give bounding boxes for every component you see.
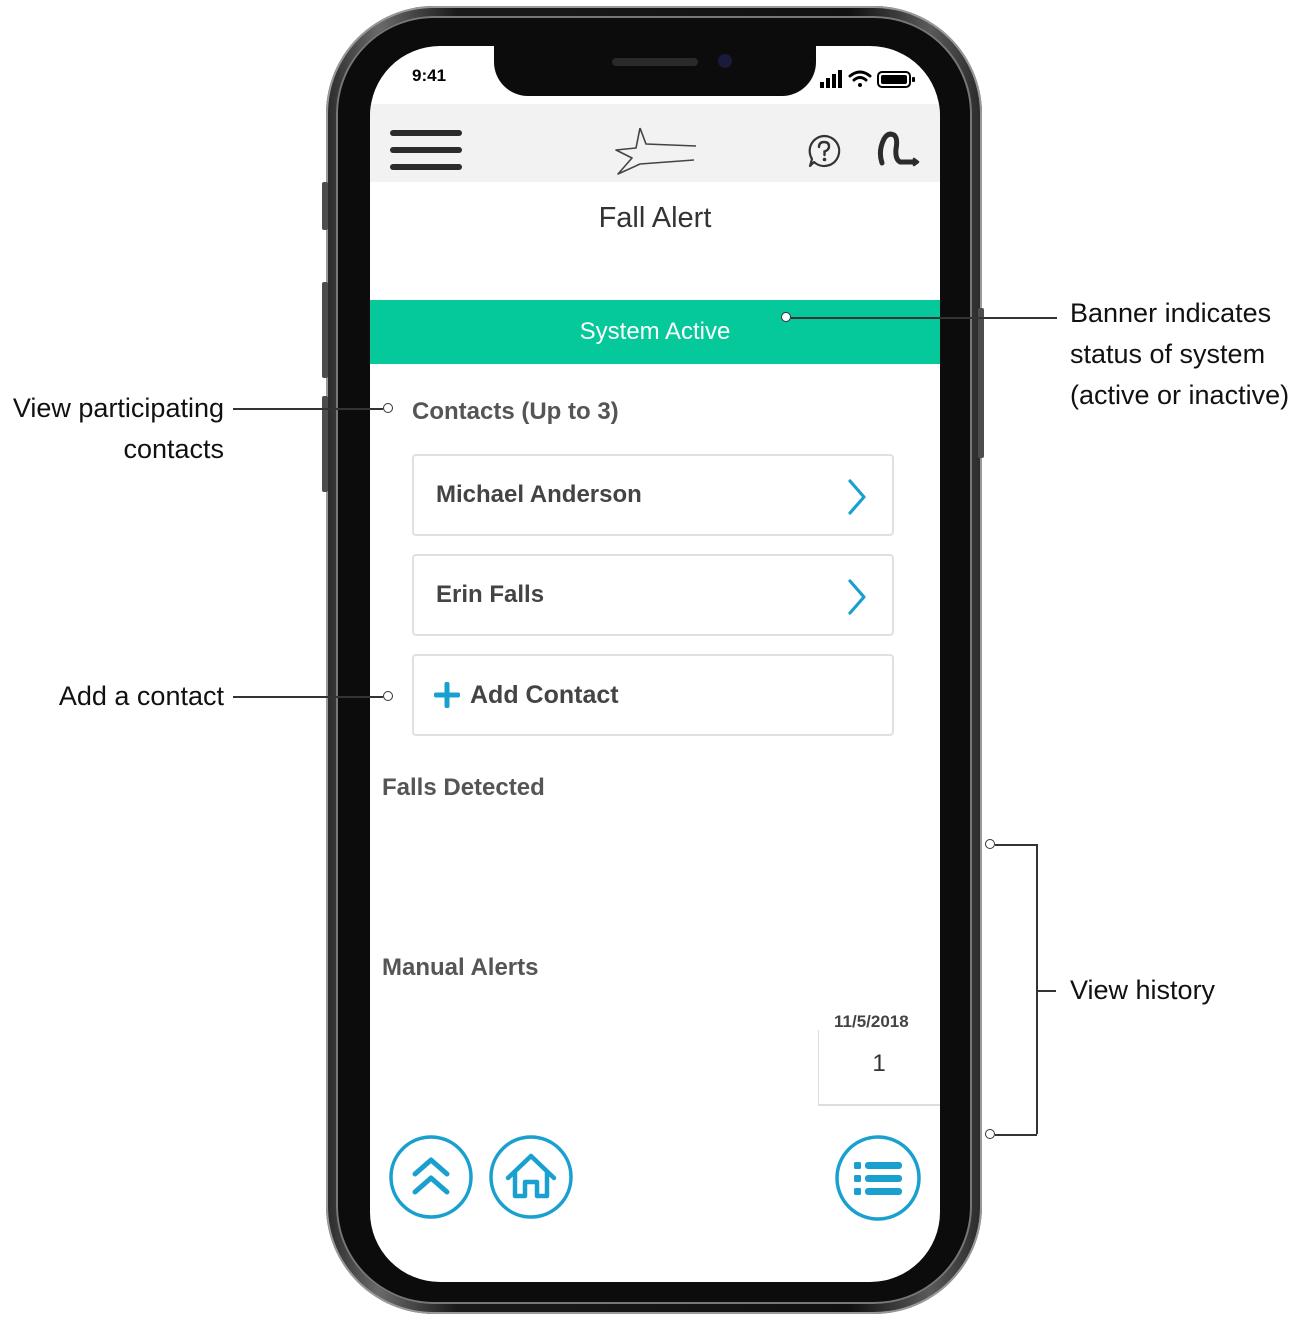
front-camera xyxy=(718,54,732,68)
add-contact-leader-dot xyxy=(383,691,393,701)
contact-card-erin-falls[interactable]: Erin Falls xyxy=(412,554,894,636)
banner-leader-dot xyxy=(781,312,791,322)
add-contact-annotation: Add a contact xyxy=(58,681,224,711)
contacts-annotation: View participating contacts xyxy=(8,388,224,470)
plus-icon xyxy=(434,682,460,708)
power-button xyxy=(978,308,984,458)
contacts-annotation-line: View participating xyxy=(12,393,224,423)
manual-alerts-heading: Manual Alerts xyxy=(382,954,539,981)
signal-icon xyxy=(820,70,842,88)
chevron-right-icon xyxy=(848,479,866,515)
history-annotation: View history xyxy=(1070,975,1216,1005)
contacts-leader-line xyxy=(233,408,383,410)
banner-annotation-line: Banner indicates xyxy=(1070,298,1272,328)
contact-name: Erin Falls xyxy=(436,581,545,608)
status-icons xyxy=(820,70,915,88)
double-chevron-up-icon[interactable] xyxy=(388,1134,474,1220)
history-bracket-top xyxy=(995,844,1037,846)
contacts-leader-dot xyxy=(383,403,393,413)
volume-down-button xyxy=(322,396,328,492)
banner-annotation-line: (active or inactive) xyxy=(1070,380,1290,410)
add-contact-leader-line xyxy=(233,696,383,698)
phone-screen: 9:41 Fall Alert System Active Contacts (… xyxy=(370,46,940,1282)
wifi-icon xyxy=(848,70,872,87)
history-bracket-top-dot xyxy=(985,839,995,849)
silent-switch xyxy=(322,182,328,230)
history-cell[interactable]: 1 xyxy=(818,1030,940,1106)
chevron-right-icon xyxy=(848,579,866,615)
volume-up-button xyxy=(322,282,328,378)
hamburger-icon[interactable] xyxy=(390,130,462,174)
banner-leader-line xyxy=(791,317,1057,319)
history-bracket-bottom-dot xyxy=(985,1129,995,1139)
page-title: Fall Alert xyxy=(598,202,712,234)
speaker-grille xyxy=(612,58,698,66)
app-header xyxy=(370,104,940,182)
add-contact-label: Add Contact xyxy=(470,681,619,709)
contact-name: Michael Anderson xyxy=(436,481,642,508)
banner-annotation: Banner indicates status of system (activ… xyxy=(1070,293,1289,416)
home-icon[interactable] xyxy=(488,1134,574,1220)
add-contact-button[interactable]: Add Contact xyxy=(412,654,894,736)
hearing-aid-icon[interactable] xyxy=(876,131,920,171)
history-bracket-bottom xyxy=(995,1134,1037,1136)
notch xyxy=(494,46,816,96)
status-time: 9:41 xyxy=(412,66,447,85)
history-bracket-side xyxy=(1036,844,1038,1134)
falls-detected-heading: Falls Detected xyxy=(382,774,545,801)
contact-card-michael-anderson[interactable]: Michael Anderson xyxy=(412,454,894,536)
contacts-heading: Contacts (Up to 3) xyxy=(412,398,619,425)
history-date: 11/5/2018 xyxy=(834,1012,909,1031)
star-logo-icon xyxy=(615,127,696,175)
contacts-annotation-line: contacts xyxy=(123,434,224,464)
history-count: 1 xyxy=(872,1050,886,1077)
status-banner: System Active xyxy=(370,300,940,364)
question-icon[interactable] xyxy=(806,133,842,169)
banner-annotation-line: status of system xyxy=(1070,339,1266,369)
list-icon[interactable] xyxy=(834,1134,922,1222)
battery-icon xyxy=(877,71,915,88)
history-bracket-tick xyxy=(1036,990,1056,992)
